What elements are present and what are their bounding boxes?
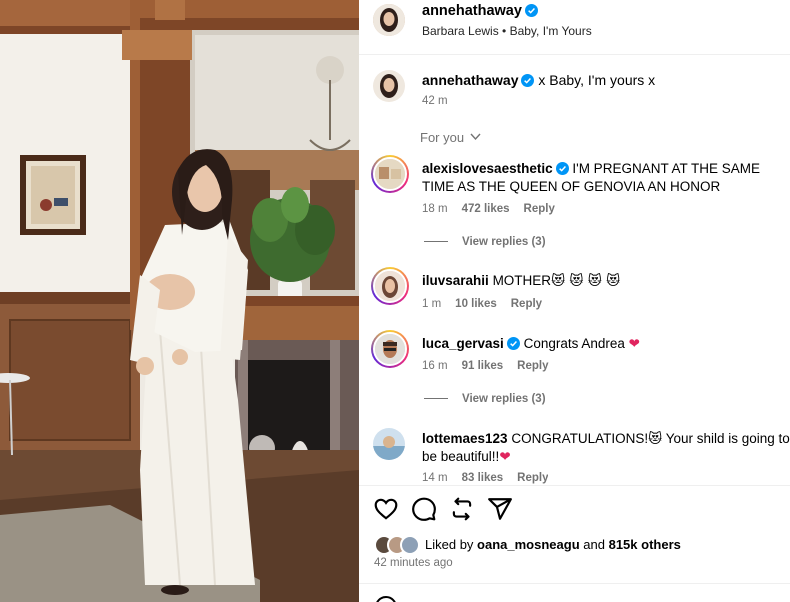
comment-text-part1: CONGRATULATIONS!: [511, 431, 649, 446]
comment-username[interactable]: iluvsarahii: [422, 273, 489, 288]
chevron-down-icon: [470, 133, 481, 141]
replies-line: [424, 398, 448, 400]
comment-meta: 14 m 83 likes Reply: [422, 472, 548, 484]
comment-avatar[interactable]: [371, 330, 409, 368]
comment-avatar[interactable]: [371, 267, 409, 305]
comment-time: 1 m: [422, 298, 442, 310]
caption-text: x Baby, I'm yours x: [538, 72, 656, 88]
share-button[interactable]: [487, 496, 513, 522]
verified-badge-icon: [555, 162, 569, 175]
comment-username[interactable]: lottemaes123: [422, 431, 508, 446]
caption-time: 42 m: [422, 95, 448, 107]
liked-user-link[interactable]: oana_mosneagu: [477, 537, 580, 552]
author-name-text[interactable]: annehathaway: [422, 3, 522, 19]
comment-likes[interactable]: 91 likes: [462, 360, 504, 372]
comment-avatar[interactable]: [373, 428, 405, 460]
cat-heart-eyes-emoji: 😻: [648, 431, 663, 447]
author-avatar[interactable]: [373, 4, 405, 36]
view-replies-label: View replies (3): [462, 236, 546, 248]
comment-2: iluvsarahii MOTHER😻 😻 😻 😻: [422, 272, 620, 290]
caption: annehathaway x Baby, I'm yours x: [422, 71, 655, 89]
comment-1: alexislovesaesthetic I'M PREGNANT AT THE…: [422, 160, 782, 196]
reply-button[interactable]: Reply: [517, 360, 548, 372]
replies-line: [424, 241, 448, 243]
comment-4: lottemaes123 CONGRATULATIONS!😻 Your shil…: [422, 430, 790, 466]
comment-time: 18 m: [422, 203, 448, 215]
reply-button[interactable]: Reply: [517, 472, 548, 484]
comment-button[interactable]: [411, 496, 437, 522]
verified-badge-icon: [506, 337, 520, 350]
comment-username[interactable]: luca_gervasi: [422, 336, 504, 351]
comment-icon: [412, 497, 436, 521]
comment-likes[interactable]: 83 likes: [462, 472, 504, 484]
verified-badge-icon: [521, 74, 535, 87]
comment-time: 16 m: [422, 360, 448, 372]
cat-heart-eyes-emoji: 😻 😻 😻 😻: [551, 273, 621, 289]
like-button[interactable]: [373, 496, 399, 522]
liked-by-text: Liked by oana_mosneagu and 815k others: [425, 537, 681, 552]
red-heart-emoji: ❤: [499, 449, 511, 464]
comment-text: Congrats Andrea: [523, 336, 625, 351]
view-replies-button[interactable]: View replies (3): [424, 393, 546, 405]
liked-prefix: Liked by: [425, 537, 474, 552]
red-heart-emoji: ❤: [628, 336, 640, 351]
post-photo: [0, 0, 359, 602]
actions-divider: [359, 485, 790, 486]
emoji-icon[interactable]: [375, 596, 397, 602]
share-icon: [488, 498, 512, 520]
post-image: [0, 0, 359, 602]
reply-button[interactable]: Reply: [524, 203, 555, 215]
comment-likes[interactable]: 472 likes: [462, 203, 510, 215]
footer-divider: [359, 583, 790, 584]
reply-button[interactable]: Reply: [511, 298, 542, 310]
liker-avatar: [400, 535, 420, 555]
comment-sort-dropdown[interactable]: For you: [420, 130, 481, 145]
caption-avatar[interactable]: [373, 70, 405, 102]
heart-icon: [374, 498, 398, 520]
comment-time: 14 m: [422, 472, 448, 484]
view-replies-button[interactable]: View replies (3): [424, 236, 546, 248]
comment-avatar[interactable]: [371, 155, 409, 193]
comment-meta: 18 m 472 likes Reply: [422, 203, 555, 215]
comment-3: luca_gervasi Congrats Andrea ❤: [422, 335, 640, 353]
view-replies-label: View replies (3): [462, 393, 546, 405]
caption-username[interactable]: annehathaway: [422, 72, 518, 88]
post-timestamp[interactable]: 42 minutes ago: [374, 557, 453, 569]
author-username[interactable]: annehathaway: [422, 3, 538, 19]
comment-meta: 1 m 10 likes Reply: [422, 298, 542, 310]
liked-and: and: [583, 537, 605, 552]
audio-track-link[interactable]: Barbara Lewis • Baby, I'm Yours: [422, 24, 592, 38]
liked-by-avatars[interactable]: [374, 535, 424, 555]
post-panel: annehathaway Barbara Lewis • Baby, I'm Y…: [359, 0, 790, 602]
comment-text: MOTHER: [492, 273, 552, 288]
verified-badge-icon: [524, 4, 538, 17]
repost-button[interactable]: [449, 496, 475, 522]
repost-icon: [452, 497, 472, 521]
comment-meta: 16 m 91 likes Reply: [422, 360, 548, 372]
header-divider: [359, 54, 790, 55]
sort-label: For you: [420, 130, 465, 145]
liked-others-link[interactable]: 815k others: [609, 537, 681, 552]
comment-username[interactable]: alexislovesaesthetic: [422, 161, 553, 176]
comment-likes[interactable]: 10 likes: [455, 298, 497, 310]
